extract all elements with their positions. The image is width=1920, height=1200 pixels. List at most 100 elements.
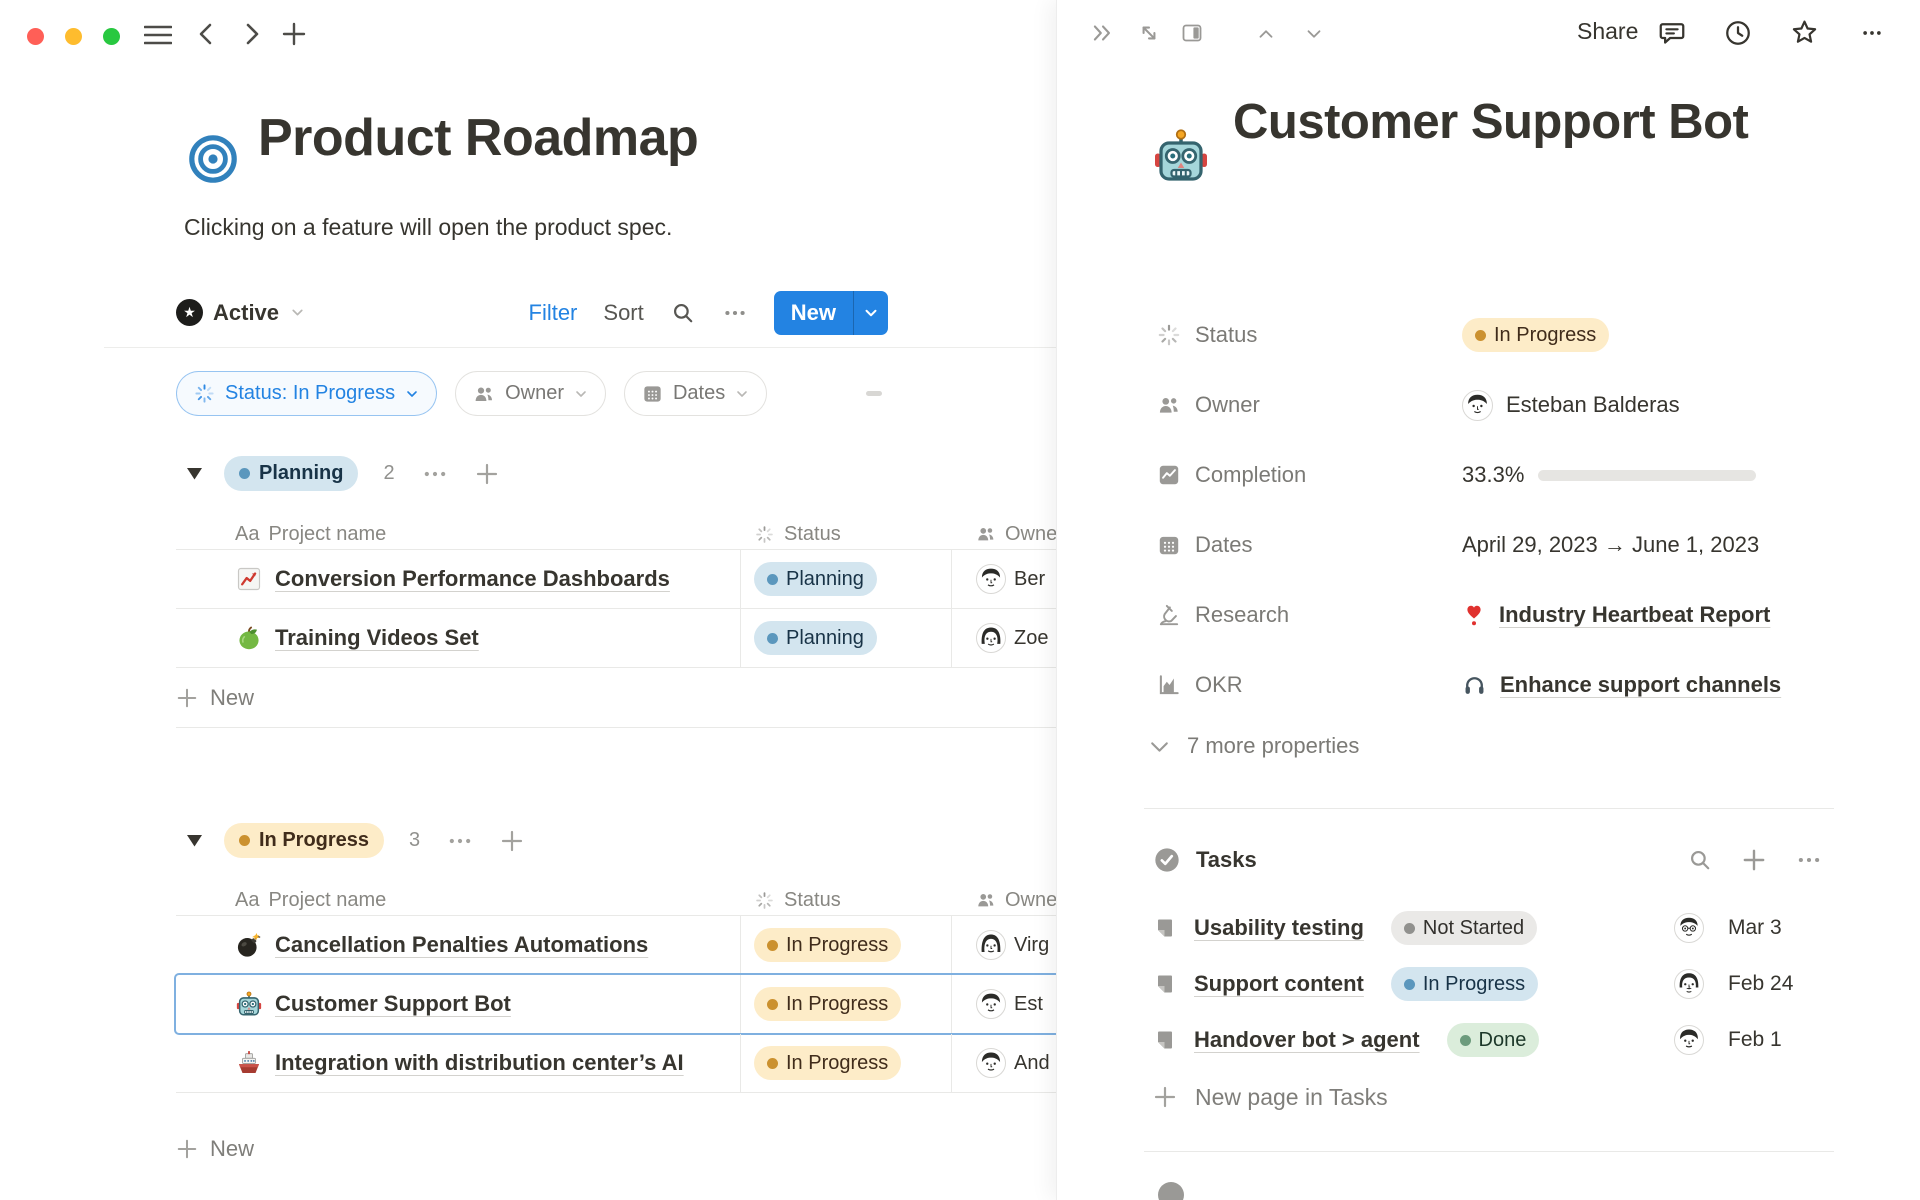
area-chart-icon	[1156, 462, 1182, 488]
comments-icon[interactable]	[1657, 18, 1687, 48]
property-label: Research	[1195, 602, 1289, 628]
sidebar-menu-icon[interactable]	[144, 25, 172, 45]
tasks-search-icon[interactable]	[1687, 847, 1713, 873]
task-row[interactable]: Usability testing Not Started Mar 3	[1153, 900, 1823, 956]
green-apple-icon	[235, 624, 263, 652]
new-task-button[interactable]: New page in Tasks	[1153, 1068, 1823, 1126]
robot-page-icon[interactable]	[1151, 126, 1211, 186]
status-pill[interactable]: In Progress	[1391, 967, 1538, 1001]
avatar	[976, 564, 1006, 594]
filter-chip-status[interactable]: Status: In Progress	[176, 371, 437, 416]
task-link[interactable]: Handover bot > agent	[1194, 1027, 1420, 1053]
table-row[interactable]: Cancellation Penalties Automations In Pr…	[176, 916, 1056, 975]
project-link[interactable]: Integration with distribution center’s A…	[275, 1050, 684, 1076]
project-link[interactable]: Cancellation Penalties Automations	[275, 932, 648, 958]
expand-page-icon[interactable]	[1136, 20, 1162, 46]
column-status[interactable]: Status	[784, 889, 841, 912]
status-pill[interactable]: Planning	[754, 621, 877, 655]
collapse-triangle-icon[interactable]	[187, 467, 202, 480]
favorite-star-icon[interactable]	[1789, 17, 1820, 48]
status-pill[interactable]: In Progress	[754, 987, 901, 1021]
page-icon-bullseye[interactable]	[189, 135, 237, 183]
project-link[interactable]: Training Videos Set	[275, 625, 479, 651]
close-peek-icon[interactable]	[1089, 20, 1117, 46]
history-icon[interactable]	[1723, 18, 1753, 48]
page-title: Product Roadmap	[258, 108, 698, 168]
toolbar-divider	[104, 347, 1056, 348]
maximize-window-button[interactable]	[103, 28, 120, 45]
table-row[interactable]: Integration with distribution center’s A…	[176, 1034, 1056, 1093]
search-icon[interactable]	[670, 300, 696, 326]
column-owner[interactable]: Owner	[1005, 889, 1056, 912]
next-record-icon[interactable]	[1301, 23, 1327, 45]
column-owner[interactable]: Owner	[1005, 523, 1056, 546]
completion-value: 33.3%	[1462, 462, 1524, 488]
task-link[interactable]: Usability testing	[1194, 915, 1364, 941]
group-pill-planning[interactable]: Planning	[224, 456, 358, 491]
group-header-planning: Planning 2	[187, 456, 499, 491]
new-row-button[interactable]: New	[176, 1119, 1056, 1179]
status-pill[interactable]: In Progress	[1462, 318, 1609, 352]
research-link[interactable]: Industry Heartbeat Report	[1499, 602, 1770, 628]
project-link[interactable]: Customer Support Bot	[275, 991, 511, 1017]
back-icon[interactable]	[195, 22, 217, 46]
status-pill[interactable]: Planning	[754, 562, 877, 596]
group-more-icon[interactable]	[446, 827, 474, 855]
status-pill[interactable]: In Progress	[754, 928, 901, 962]
peek-mode-icon[interactable]	[1179, 21, 1205, 45]
property-status[interactable]: Status In Progress	[1057, 300, 1920, 370]
status-spinner-icon	[754, 890, 775, 911]
property-label: Completion	[1195, 462, 1306, 488]
owner-name: Zoe	[1014, 627, 1048, 650]
property-okr[interactable]: OKR Enhance support channels	[1057, 650, 1920, 720]
new-row-label: New	[210, 685, 254, 711]
new-record-button[interactable]: New	[774, 291, 888, 335]
table-row[interactable]: Conversion Performance Dashboards Planni…	[176, 550, 1056, 609]
task-row[interactable]: Support content In Progress Feb 24	[1153, 956, 1823, 1012]
filter-chip-owner[interactable]: Owner	[455, 371, 606, 416]
status-pill[interactable]: Done	[1447, 1023, 1540, 1057]
more-properties-toggle[interactable]: 7 more properties	[1147, 733, 1359, 759]
property-owner[interactable]: Owner Esteban Balderas	[1057, 370, 1920, 440]
tasks-add-icon[interactable]	[1741, 847, 1767, 873]
chart-up-icon	[235, 565, 263, 593]
forward-icon[interactable]	[241, 22, 263, 46]
view-more-icon[interactable]	[722, 300, 748, 326]
new-record-dropdown-icon[interactable]	[854, 291, 888, 335]
filter-button[interactable]: Filter	[529, 300, 578, 326]
avatar	[1674, 1025, 1704, 1055]
column-project-name[interactable]: Project name	[268, 889, 386, 912]
share-button[interactable]: Share	[1577, 18, 1638, 45]
okr-link[interactable]: Enhance support channels	[1500, 672, 1781, 698]
group-more-icon[interactable]	[421, 460, 449, 488]
group-add-icon[interactable]	[500, 829, 524, 853]
property-research[interactable]: Research Industry Heartbeat Report	[1057, 580, 1920, 650]
new-tab-icon[interactable]	[282, 22, 306, 46]
avatar	[1674, 913, 1704, 943]
table-row[interactable]: Training Videos Set Planning Zoe	[176, 609, 1056, 668]
property-completion[interactable]: Completion 33.3%	[1057, 440, 1920, 510]
tasks-more-icon[interactable]	[1795, 847, 1823, 873]
table-row-selected[interactable]: Customer Support Bot In Progress Est	[176, 975, 1056, 1034]
group-add-icon[interactable]	[475, 462, 499, 486]
main-window: Product Roadmap Clicking on a feature wi…	[0, 0, 1056, 1200]
more-options-icon[interactable]	[1857, 22, 1887, 44]
view-tab-active[interactable]: ★ Active	[176, 299, 306, 326]
filter-chip-dates[interactable]: Dates	[624, 371, 767, 416]
column-status[interactable]: Status	[784, 523, 841, 546]
status-pill[interactable]: In Progress	[754, 1046, 901, 1080]
new-row-button[interactable]: New	[176, 668, 1056, 728]
task-row[interactable]: Handover bot > agent Done Feb 1	[1153, 1012, 1823, 1068]
task-link[interactable]: Support content	[1194, 971, 1364, 997]
property-dates[interactable]: Dates April 29, 2023 → June 1, 2023	[1057, 510, 1920, 580]
column-project-name[interactable]: Project name	[268, 523, 386, 546]
sort-button[interactable]: Sort	[603, 300, 643, 326]
prev-record-icon[interactable]	[1253, 23, 1279, 45]
plus-icon	[176, 687, 198, 709]
collapse-triangle-icon[interactable]	[187, 834, 202, 847]
status-pill[interactable]: Not Started	[1391, 911, 1537, 945]
close-window-button[interactable]	[27, 28, 44, 45]
project-link[interactable]: Conversion Performance Dashboards	[275, 566, 670, 592]
group-pill-in-progress[interactable]: In Progress	[224, 823, 384, 858]
minimize-window-button[interactable]	[65, 28, 82, 45]
